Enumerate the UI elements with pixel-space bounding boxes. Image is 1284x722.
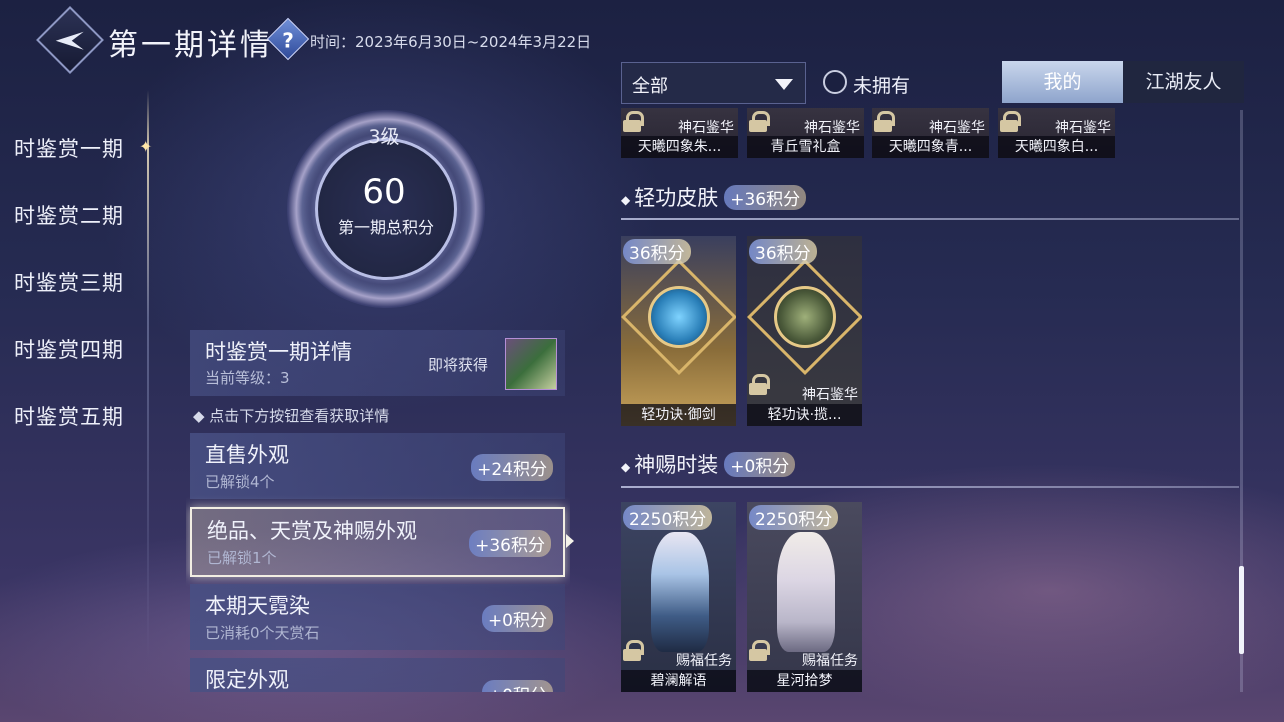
event-period: 时间：2023年6月30日~2024年3月22日 — [310, 33, 592, 51]
hint-text: ◆ 点击下方按钮查看获取详情 — [193, 407, 390, 425]
points-badge: 36积分 — [749, 239, 817, 264]
upcoming-reward-label: 即将获得 — [428, 356, 489, 374]
section-title: 神赐时装 — [634, 453, 719, 477]
item-name: 星河拾梦 — [747, 670, 862, 692]
item-card[interactable]: 36积分 神石鉴华 轻功诀·揽... — [747, 236, 862, 426]
item-name: 轻功诀·御剑 — [621, 404, 736, 426]
section-title: 轻功皮肤 — [634, 186, 719, 210]
item-name: 青丘雪礼盒 — [747, 136, 864, 158]
item-source: 神石鉴华 — [1055, 120, 1111, 136]
item-name: 天曦四象朱... — [621, 136, 738, 158]
tab-friends[interactable]: 江湖友人 — [1123, 61, 1244, 103]
category-dye[interactable]: 本期天霓染 已消耗0个天赏石 +0积分 — [190, 584, 565, 650]
outfit-card[interactable]: 2250积分 赐福任务 星河拾梦 — [747, 502, 862, 692]
item-tile[interactable]: 神石鉴华 青丘雪礼盒 — [747, 108, 864, 158]
lock-icon — [749, 640, 770, 661]
category-premium-outfits[interactable]: 绝品、天赏及神赐外观 已解锁1个 +36积分 — [190, 507, 565, 577]
level-label: 3级 — [368, 126, 400, 148]
category-points: +0积分 — [481, 680, 553, 692]
section-divider — [621, 218, 1239, 220]
filter-dropdown[interactable]: 全部 — [621, 62, 806, 104]
section-divider — [621, 486, 1239, 488]
item-name: 轻功诀·揽... — [747, 404, 862, 426]
tab-mine[interactable]: 我的 — [1002, 61, 1123, 103]
selected-pointer-icon — [566, 534, 574, 548]
item-tile[interactable]: 神石鉴华 天曦四象朱... — [621, 108, 738, 158]
outfit-preview — [777, 532, 835, 652]
category-list[interactable]: 直售外观 已解锁4个 +24积分 绝品、天赏及神赐外观 已解锁1个 +36积分 … — [186, 430, 570, 692]
points-badge: 2250积分 — [623, 505, 713, 530]
qinggong-emblem-icon — [648, 286, 710, 348]
item-name: 碧澜解语 — [621, 670, 736, 692]
category-title: 本期天霓染 — [205, 594, 310, 618]
total-score-label: 第一期总积分 — [337, 218, 434, 237]
current-level: 当前等级：3 — [205, 369, 290, 387]
section-header: ◆ 神赐时装 +0积分 — [621, 449, 796, 479]
outfit-preview — [651, 532, 709, 652]
question-icon[interactable]: ? — [266, 17, 310, 61]
upcoming-reward-thumbnail[interactable] — [505, 338, 557, 390]
category-title: 限定外观 — [205, 668, 289, 692]
item-source: 赐福任务 — [802, 653, 858, 669]
filter-value: 全部 — [632, 76, 668, 97]
page-title: 第一期详情 — [108, 28, 273, 63]
item-tile[interactable]: 神石鉴华 天曦四象白... — [998, 108, 1115, 158]
category-sub: 已消耗0个天赏石 — [205, 624, 320, 642]
category-points: +0积分 — [481, 605, 553, 632]
back-button[interactable] — [36, 6, 104, 74]
item-source: 神石鉴华 — [802, 387, 858, 403]
item-source: 神石鉴华 — [804, 120, 860, 136]
section-points: +0积分 — [724, 452, 796, 477]
category-direct-sale[interactable]: 直售外观 已解锁4个 +24积分 — [190, 433, 565, 499]
back-arrow-icon — [55, 31, 84, 50]
diamond-bullet-icon: ◆ — [621, 459, 631, 474]
detail-title: 时鉴赏一期详情 — [205, 340, 352, 364]
item-name: 天曦四象青... — [872, 136, 989, 158]
diamond-bullet-icon: ◆ — [621, 192, 631, 207]
item-source: 赐福任务 — [676, 653, 732, 669]
category-title: 绝品、天赏及神赐外观 — [207, 519, 417, 543]
scrollbar-thumb[interactable] — [1239, 566, 1244, 654]
nav-item-period-5[interactable]: 时鉴赏五期 — [14, 401, 124, 431]
section-points: +36积分 — [724, 185, 807, 210]
nav-item-period-2[interactable]: 时鉴赏二期 — [14, 200, 124, 230]
lock-icon — [874, 111, 895, 132]
lock-icon — [749, 111, 770, 132]
category-sub: 已解锁4个 — [205, 473, 275, 491]
category-points: +24积分 — [471, 454, 553, 481]
qinggong-emblem-icon — [774, 286, 836, 348]
section-header: ◆ 轻功皮肤 +36积分 — [621, 182, 807, 212]
lock-icon — [623, 111, 644, 132]
item-source: 神石鉴华 — [929, 120, 985, 136]
chevron-down-icon — [775, 79, 793, 90]
outfit-card[interactable]: 2250积分 赐福任务 碧澜解语 — [621, 502, 736, 692]
item-tile[interactable]: 神石鉴华 天曦四象青... — [872, 108, 989, 158]
total-score: 60 — [362, 172, 406, 212]
lock-icon — [749, 374, 770, 395]
lock-icon — [1000, 111, 1021, 132]
item-card[interactable]: 36积分 轻功诀·御剑 — [621, 236, 736, 426]
item-source: 神石鉴华 — [678, 120, 734, 136]
not-owned-radio[interactable] — [823, 70, 847, 94]
not-owned-label[interactable]: 未拥有 — [853, 71, 910, 98]
lock-icon — [623, 640, 644, 661]
points-badge: 2250积分 — [749, 505, 839, 530]
category-sub: 已解锁1个 — [207, 549, 277, 567]
active-marker-icon: ✦ — [139, 137, 153, 156]
item-name: 天曦四象白... — [998, 136, 1115, 158]
points-badge: 36积分 — [623, 239, 691, 264]
nav-divider — [147, 90, 149, 660]
nav-item-period-4[interactable]: 时鉴赏四期 — [14, 334, 124, 364]
category-limited[interactable]: 限定外观 +0积分 — [190, 658, 565, 692]
category-title: 直售外观 — [205, 443, 289, 467]
nav-item-period-1[interactable]: 时鉴赏一期 — [14, 133, 124, 163]
nav-item-period-3[interactable]: 时鉴赏三期 — [14, 267, 124, 297]
category-points: +36积分 — [469, 530, 551, 557]
